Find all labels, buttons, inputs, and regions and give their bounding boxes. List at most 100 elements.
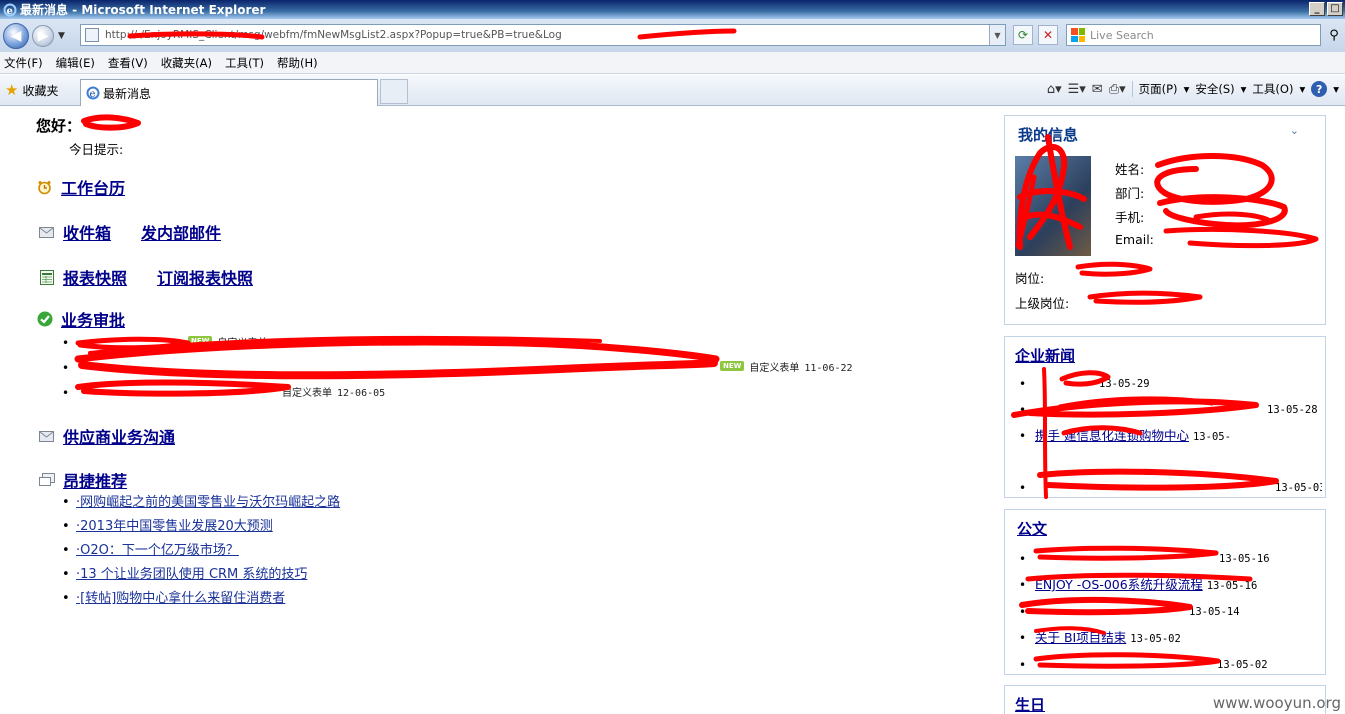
address-url[interactable]: http:// /EnjoyRMIS_Client/msg/webfm/fmNe… xyxy=(105,29,562,41)
back-button[interactable]: ◀ xyxy=(3,22,29,49)
chat-bubbles-icon xyxy=(38,472,55,489)
approval-section: 业务审批 xyxy=(36,307,155,331)
birthday-title-link[interactable]: 生日 xyxy=(1015,694,1045,714)
forward-arrow-icon: ▶ xyxy=(37,27,49,44)
news-link[interactable]: 携手 建信息化连锁购物中心 xyxy=(1035,428,1189,443)
watermark: www.wooyun.org xyxy=(1212,694,1341,712)
docs-title-link[interactable]: 公文 xyxy=(1017,518,1047,539)
window-title: 最新消息 - Microsoft Internet Explorer xyxy=(20,3,266,17)
back-arrow-icon: ◀ xyxy=(10,27,22,44)
supplier-section: 供应商业务沟通 xyxy=(38,424,205,448)
favorites-bar: ★ 收藏夹 e 最新消息 ⌂▾ ☰▾ ✉ ⎙▾ 页面(P) ▾ 安全(S) ▾ 工具… xyxy=(0,75,1345,106)
navigation-bar: ◀ ▶ ▼ http:// /EnjoyRMIS_Client/msg/webf… xyxy=(0,19,1345,52)
doc-date: 13-05-14 xyxy=(1189,606,1240,618)
feeds-icon[interactable]: ☰▾ xyxy=(1068,82,1086,97)
calendar-link[interactable]: 工作台历 xyxy=(61,175,125,199)
menu-view[interactable]: 查看(V) xyxy=(108,55,148,71)
favorites-star-icon[interactable]: ★ xyxy=(5,81,18,99)
tools-menu-chevron-icon: ▾ xyxy=(1299,82,1306,96)
favorites-label[interactable]: 收藏夹 xyxy=(22,82,58,99)
address-bar[interactable]: http:// /EnjoyRMIS_Client/msg/webfm/fmNe… xyxy=(80,24,1006,46)
report-snapshot-link[interactable]: 报表快照 xyxy=(63,265,127,289)
post-label: 岗位: xyxy=(1015,271,1045,286)
search-placeholder[interactable]: Live Search xyxy=(1090,29,1154,42)
mail-icon[interactable]: ✉ xyxy=(1092,82,1103,97)
refresh-button[interactable]: ⟳ xyxy=(1013,25,1033,45)
restore-button[interactable]: □ xyxy=(1327,2,1343,16)
news-date: 13-05-03 xyxy=(1275,482,1322,494)
doc-link[interactable]: ENJOY -OS-006系统升级流程 xyxy=(1035,577,1203,592)
list-item: ·O2O：下一个亿万级市场？ xyxy=(62,539,340,563)
recommend-article-link[interactable]: ·O2O：下一个亿万级市场？ xyxy=(76,543,239,558)
parent-post-label: 上级岗位: xyxy=(1015,296,1070,311)
svg-text:e: e xyxy=(90,89,96,100)
subscribe-snapshot-link[interactable]: 订阅报表快照 xyxy=(157,265,253,289)
menu-file[interactable]: 文件(F) xyxy=(4,55,43,71)
inbox-link[interactable]: 收件箱 xyxy=(63,220,111,244)
print-icon[interactable]: ⎙▾ xyxy=(1109,82,1126,97)
form-type: 自定义表单 xyxy=(749,363,800,374)
new-badge: NEW xyxy=(188,336,213,346)
home-icon[interactable]: ⌂▾ xyxy=(1047,82,1062,97)
doc-date: 13-05-16 xyxy=(1206,580,1258,592)
recommend-article-link[interactable]: ·2013年中国零售业发展20大预测 xyxy=(76,519,273,534)
menu-bar: 文件(F) 编辑(E) 查看(V) 收藏夹(A) 工具(T) 帮助(H) xyxy=(0,52,1345,74)
refresh-icon: ⟳ xyxy=(1017,28,1029,42)
mail-section: 收件箱 发内部邮件 xyxy=(38,220,251,244)
doc-date: 13-05-02 xyxy=(1217,659,1268,671)
live-search-icon xyxy=(1071,28,1085,42)
list-item: 13-05-29 xyxy=(1017,371,1322,397)
doc-link[interactable]: 关于 BI项目结束 xyxy=(1035,630,1126,645)
menu-help[interactable]: 帮助(H) xyxy=(277,55,318,71)
list-item: ·[转帖]购物中心拿什么来留住消费者 xyxy=(62,587,340,611)
my-info-title: 我的信息 xyxy=(1018,126,1079,144)
search-box[interactable]: Live Search xyxy=(1066,24,1321,46)
list-item: 13-05-16 xyxy=(1017,546,1322,572)
form-type: 自定义表单 xyxy=(217,338,268,349)
address-dropdown-icon[interactable]: ▼ xyxy=(989,25,1005,45)
recommend-article-link[interactable]: ·13 个让业务团队使用 CRM 系统的技巧 xyxy=(76,567,307,582)
new-tab-button[interactable] xyxy=(380,79,408,104)
menu-tools[interactable]: 工具(T) xyxy=(225,55,264,71)
stop-icon: ✕ xyxy=(1042,28,1054,42)
my-info-panel: 我的信息 ⌄ 姓名: 部门: 手机: Email: 岗位: 上级岗位: xyxy=(1004,115,1326,325)
page-menu-chevron-icon: ▾ xyxy=(1183,82,1190,96)
item-date: 11-06-22 xyxy=(804,363,853,374)
supplier-link[interactable]: 供应商业务沟通 xyxy=(63,424,175,448)
list-item: 13-05-02 xyxy=(1017,652,1322,678)
send-mail-link[interactable]: 发内部邮件 xyxy=(141,220,221,244)
svg-text:e: e xyxy=(7,6,13,17)
menu-edit[interactable]: 编辑(E) xyxy=(56,55,95,71)
chevron-down-icon[interactable]: ⌄ xyxy=(1290,124,1299,137)
report-section: 报表快照 订阅报表快照 xyxy=(38,265,283,289)
page-menu[interactable]: 页面(P) xyxy=(1139,81,1178,97)
forward-button[interactable]: ▶ xyxy=(32,24,54,47)
recommend-link[interactable]: 昂捷推荐 xyxy=(63,468,127,492)
today-tip: 今日提示: xyxy=(69,142,124,157)
menu-favorites[interactable]: 收藏夹(A) xyxy=(161,55,212,71)
ie-tab-icon: e xyxy=(86,86,100,100)
help-icon[interactable]: ? xyxy=(1311,81,1328,97)
recommend-article-link[interactable]: ·网购崛起之前的美国零售业与沃尔玛崛起之路 xyxy=(76,495,340,510)
minimize-button[interactable]: _ xyxy=(1309,2,1325,16)
checkmark-icon xyxy=(36,311,53,328)
window-titlebar: e 最新消息 - Microsoft Internet Explorer _ □ xyxy=(0,0,1345,19)
help-chevron-icon: ▾ xyxy=(1333,82,1339,96)
recommend-article-link[interactable]: ·[转帖]购物中心拿什么来留住消费者 xyxy=(76,591,285,606)
tab-current[interactable]: e 最新消息 xyxy=(80,79,378,106)
phone-label: 手机: xyxy=(1115,210,1145,225)
ie-logo-icon: e xyxy=(3,3,17,17)
safety-menu[interactable]: 安全(S) xyxy=(1195,81,1234,97)
command-bar: ⌂▾ ☰▾ ✉ ⎙▾ 页面(P) ▾ 安全(S) ▾ 工具(O) ▾ ? ▾ xyxy=(1047,81,1339,97)
news-title-link[interactable]: 企业新闻 xyxy=(1015,345,1075,366)
alarm-clock-icon xyxy=(36,179,53,196)
avatar xyxy=(1015,156,1091,256)
history-dropdown-icon[interactable]: ▼ xyxy=(58,31,65,41)
stop-button[interactable]: ✕ xyxy=(1038,25,1058,45)
name-label: 姓名: xyxy=(1115,162,1145,177)
approval-link[interactable]: 业务审批 xyxy=(61,307,125,331)
envelope-icon xyxy=(38,428,55,445)
tools-menu[interactable]: 工具(O) xyxy=(1252,81,1293,97)
search-icon[interactable]: ⚲ xyxy=(1324,25,1344,45)
form-type: 自定义表单 xyxy=(282,388,332,399)
